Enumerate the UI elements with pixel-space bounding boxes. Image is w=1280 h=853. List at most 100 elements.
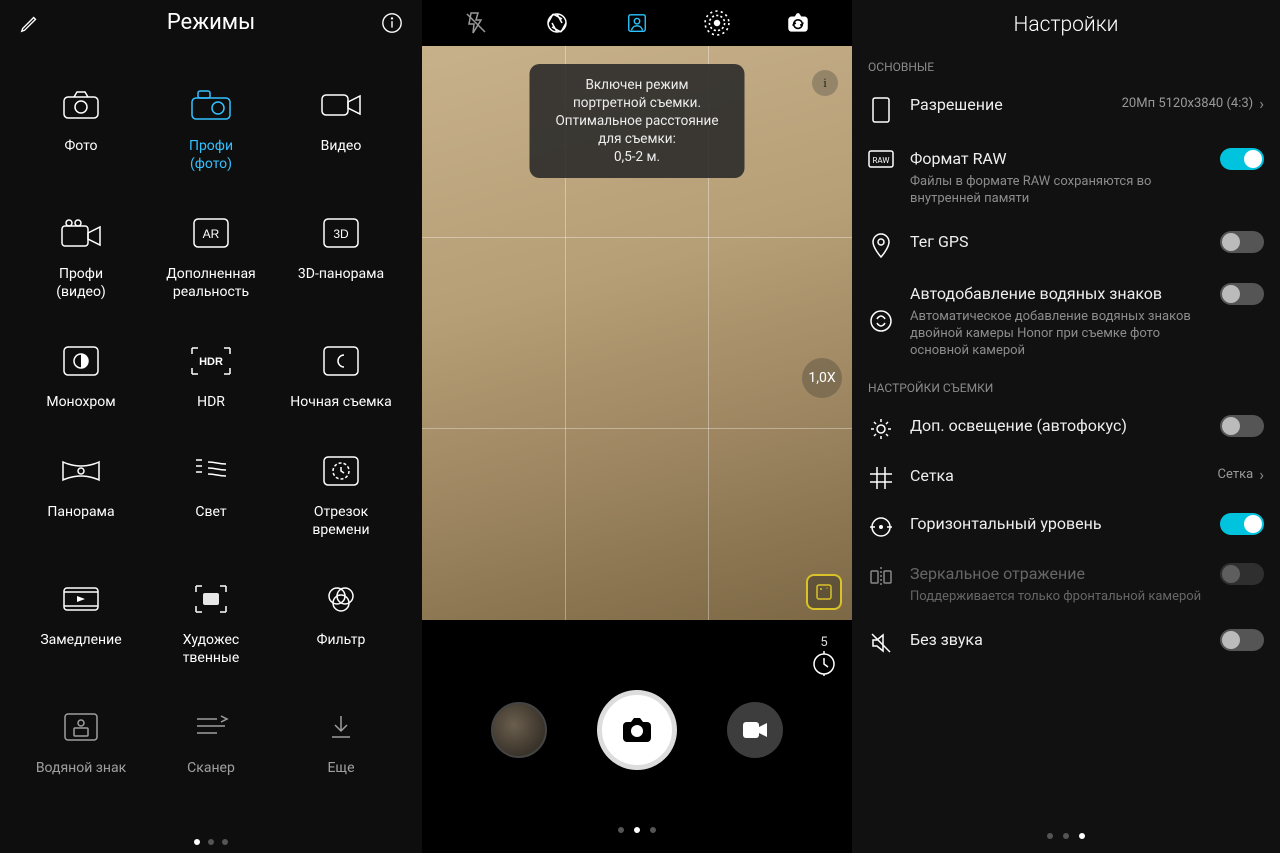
aperture-icon[interactable] xyxy=(543,9,571,37)
setting-sub: Файлы в формате RAW сохраняются во внутр… xyxy=(910,173,1204,207)
timelapse-icon xyxy=(278,451,404,491)
toast-info-icon[interactable]: i xyxy=(812,70,838,96)
toggle[interactable] xyxy=(1220,513,1264,535)
toggle[interactable] xyxy=(1220,231,1264,253)
mode-more[interactable]: Еще xyxy=(278,707,404,777)
portrait-icon[interactable] xyxy=(623,9,651,37)
setting-level[interactable]: Горизонтальный уровень xyxy=(852,501,1280,551)
modes-title: Режимы xyxy=(167,10,255,35)
mode-scanner[interactable]: Сканер xyxy=(148,707,274,777)
mode-filter[interactable]: Фильтр xyxy=(278,579,404,667)
setting-resolution[interactable]: Разрешение 20Мп 5120x3840 (4:3)› xyxy=(852,82,1280,136)
video-button[interactable] xyxy=(727,702,783,758)
flash-off-icon[interactable] xyxy=(462,9,490,37)
dot[interactable] xyxy=(1047,833,1053,839)
mode-slowmo[interactable]: Замедление xyxy=(18,579,144,667)
mode-monochrome[interactable]: Монохром xyxy=(18,341,144,411)
dot[interactable] xyxy=(618,827,624,833)
effect-badge[interactable] xyxy=(806,574,842,610)
mode-video[interactable]: Видео xyxy=(278,85,404,173)
grid-icon xyxy=(868,467,894,489)
gallery-thumb[interactable] xyxy=(491,702,547,758)
setting-raw[interactable]: RAW Формат RAW Файлы в формате RAW сохра… xyxy=(852,136,1280,219)
setting-mute[interactable]: Без звука xyxy=(852,617,1280,667)
mode-label: Монохром xyxy=(18,393,144,411)
setting-gps[interactable]: Тег GPS xyxy=(852,219,1280,271)
toggle[interactable] xyxy=(1220,283,1264,305)
mode-label: Еще xyxy=(278,759,404,777)
svg-text:HDR: HDR xyxy=(199,356,223,368)
mode-label: Водяной знак xyxy=(18,759,144,777)
raw-icon: RAW xyxy=(868,150,894,168)
edit-icon[interactable] xyxy=(18,11,42,35)
zoom-badge[interactable]: 1,0X xyxy=(802,358,842,398)
mode-label: Фото xyxy=(18,137,144,155)
toggle[interactable] xyxy=(1220,415,1264,437)
mode-night[interactable]: Ночная съемка xyxy=(278,341,404,411)
mode-timelapse[interactable]: Отрезок времени xyxy=(278,451,404,539)
setting-grid[interactable]: Сетка Сетка› xyxy=(852,453,1280,501)
mode-artistic[interactable]: Художес твенные xyxy=(148,579,274,667)
resolution-icon xyxy=(868,96,894,124)
dot[interactable] xyxy=(222,839,228,845)
setting-label: Сетка xyxy=(910,465,1202,487)
filter-icon xyxy=(278,579,404,619)
mode-label: Отрезок времени xyxy=(278,503,404,539)
timer-value: 5 xyxy=(810,635,838,650)
download-icon xyxy=(278,707,404,747)
three-d-icon: 3D xyxy=(278,213,404,253)
dot[interactable] xyxy=(208,839,214,845)
settings-panel: Настройки ОСНОВНЫЕ Разрешение 20Мп 5120x… xyxy=(852,0,1280,853)
mode-light[interactable]: Свет xyxy=(148,451,274,539)
video-icon xyxy=(278,85,404,125)
viewfinder[interactable]: Включен режим портретной съемки. Оптимал… xyxy=(422,46,852,620)
dot[interactable] xyxy=(650,827,656,833)
setting-label: Тег GPS xyxy=(910,231,1204,253)
setting-sub: Поддерживается только фронтальной камеро… xyxy=(910,588,1204,605)
mode-3d-panorama[interactable]: 3D 3D-панорама xyxy=(278,213,404,301)
mode-label: Дополненная реальность xyxy=(148,265,274,301)
mode-label: Фильтр xyxy=(278,631,404,649)
monochrome-icon xyxy=(18,341,144,381)
shutter-row xyxy=(422,690,852,770)
hdr-icon: HDR xyxy=(148,341,274,381)
sun-icon xyxy=(868,417,894,441)
camera-bottom: 5 xyxy=(422,620,852,853)
mode-label: 3D-панорама xyxy=(278,265,404,283)
mode-pro-photo[interactable]: Профи (фото) xyxy=(148,85,274,173)
live-icon[interactable] xyxy=(703,9,731,37)
mode-label: Профи (фото) xyxy=(148,137,274,173)
toggle[interactable] xyxy=(1220,148,1264,170)
mode-label: Сканер xyxy=(148,759,274,777)
section-basic: ОСНОВНЫЕ xyxy=(852,50,1280,82)
page-dots xyxy=(422,827,852,833)
svg-text:RAW: RAW xyxy=(873,156,890,165)
dot[interactable] xyxy=(1079,833,1085,839)
setting-af-light[interactable]: Доп. освещение (автофокус) xyxy=(852,403,1280,453)
setting-sub: Автоматическое добавление водяных знаков… xyxy=(910,308,1204,359)
mode-hdr[interactable]: HDR HDR xyxy=(148,341,274,411)
video-pro-icon xyxy=(18,213,144,253)
mode-photo[interactable]: Фото xyxy=(18,85,144,173)
mode-label: Панорама xyxy=(18,503,144,521)
setting-watermark[interactable]: Автодобавление водяных знаков Автоматиче… xyxy=(852,271,1280,371)
timer-badge[interactable]: 5 xyxy=(810,635,838,680)
panorama-icon xyxy=(18,451,144,491)
mode-ar[interactable]: AR Дополненная реальность xyxy=(148,213,274,301)
modes-grid: Фото Профи (фото) Видео Профи (видео) AR… xyxy=(0,49,422,777)
dot[interactable] xyxy=(634,827,640,833)
dot[interactable] xyxy=(194,839,200,845)
watermark-icon xyxy=(868,309,894,333)
toggle[interactable] xyxy=(1220,629,1264,651)
setting-label: Доп. освещение (автофокус) xyxy=(910,415,1204,437)
info-icon[interactable] xyxy=(380,11,404,35)
mode-panorama[interactable]: Панорама xyxy=(18,451,144,539)
camera-panel: Включен режим портретной съемки. Оптимал… xyxy=(422,0,852,853)
location-icon xyxy=(868,233,894,259)
portrait-toast: Включен режим портретной съемки. Оптимал… xyxy=(530,64,745,178)
dot[interactable] xyxy=(1063,833,1069,839)
mode-watermark[interactable]: Водяной знак xyxy=(18,707,144,777)
shutter-button[interactable] xyxy=(597,690,677,770)
switch-camera-icon[interactable] xyxy=(784,9,812,37)
mode-pro-video[interactable]: Профи (видео) xyxy=(18,213,144,301)
